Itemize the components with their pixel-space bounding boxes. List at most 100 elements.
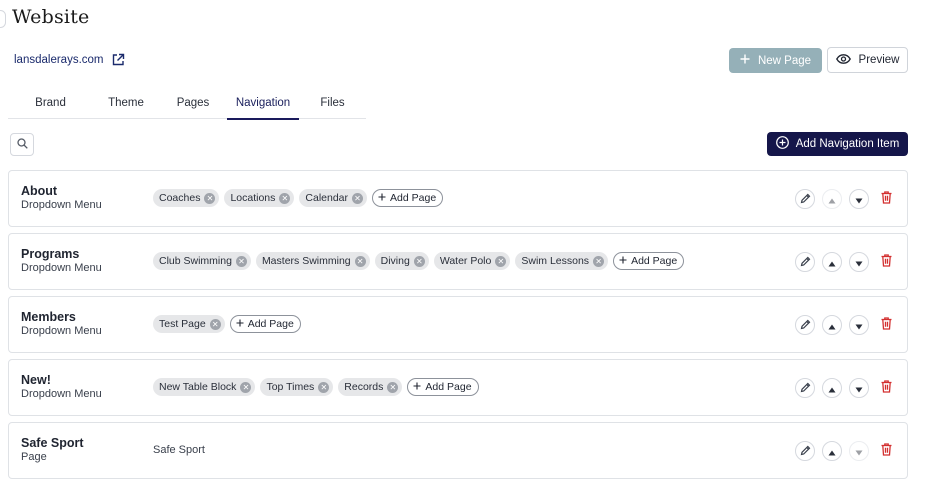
edit-button[interactable]: [795, 441, 815, 461]
trash-icon: [881, 191, 892, 207]
nav-item-row-members: Members Dropdown Menu Test Page ✕ Add Page: [8, 296, 908, 353]
delete-button[interactable]: [876, 378, 896, 398]
chevron-down-icon: [855, 381, 863, 396]
site-link[interactable]: lansdalerays.com: [14, 53, 125, 67]
row-actions: [795, 315, 896, 335]
nav-item-row-programs: Programs Dropdown Menu Club Swimming ✕ Maste…: [8, 233, 908, 290]
remove-page-icon[interactable]: ✕: [204, 192, 216, 204]
delete-button[interactable]: [876, 252, 896, 272]
site-link-label: lansdalerays.com: [14, 54, 104, 66]
nav-item-title: About: [21, 184, 58, 198]
pencil-icon: [800, 255, 811, 270]
edit-button[interactable]: [795, 252, 815, 272]
tab-navigation[interactable]: Navigation: [227, 94, 299, 120]
row-actions: [795, 252, 896, 272]
chevron-down-icon: [855, 255, 863, 270]
remove-page-icon[interactable]: ✕: [495, 255, 507, 267]
plus-icon: [236, 318, 244, 330]
remove-page-icon[interactable]: ✕: [209, 318, 221, 330]
pencil-icon: [800, 318, 811, 333]
page-chip: Water Polo ✕: [433, 252, 511, 270]
pencil-icon: [800, 444, 811, 459]
move-down-button[interactable]: [849, 378, 869, 398]
move-down-button[interactable]: [849, 252, 869, 272]
page-chip-label: Calendar: [305, 192, 349, 204]
row-actions: [795, 189, 896, 209]
move-up-button[interactable]: [822, 315, 842, 335]
edit-button[interactable]: [795, 315, 815, 335]
row-actions: [795, 378, 896, 398]
page-chip-label: Swim Lessons: [521, 255, 590, 267]
page-chip-label: Club Swimming: [159, 255, 232, 267]
page-chip-label: Diving: [380, 255, 410, 267]
page-chip: Records ✕: [338, 378, 403, 396]
chevron-up-icon: [828, 255, 836, 270]
page-chip-label: Test Page: [159, 318, 206, 330]
tab-theme[interactable]: Theme: [93, 94, 159, 119]
trash-icon: [881, 254, 892, 270]
move-down-button[interactable]: [849, 441, 869, 461]
page-chip: Coaches ✕: [153, 189, 220, 207]
move-up-button[interactable]: [822, 189, 842, 209]
preview-button[interactable]: Preview: [827, 47, 908, 73]
remove-page-icon[interactable]: ✕: [593, 255, 605, 267]
remove-page-icon[interactable]: ✕: [352, 192, 364, 204]
plus-icon: [619, 255, 627, 267]
page-chip: Swim Lessons ✕: [515, 252, 609, 270]
remove-page-icon[interactable]: ✕: [279, 192, 291, 204]
page-chip-label: Coaches: [159, 192, 201, 204]
trash-icon: [881, 317, 892, 333]
search-button[interactable]: [10, 133, 34, 156]
remove-page-icon[interactable]: ✕: [318, 381, 330, 393]
tab-brand[interactable]: Brand: [8, 94, 93, 119]
add-navigation-item-label: Add Navigation Item: [795, 138, 900, 150]
page-chip-label: Water Polo: [439, 255, 492, 267]
new-page-button[interactable]: New Page: [729, 48, 822, 73]
move-down-button[interactable]: [849, 189, 869, 209]
nav-item-row-new: New! Dropdown Menu New Table Block ✕ Top Tim…: [8, 359, 908, 416]
add-navigation-item-button[interactable]: Add Navigation Item: [767, 132, 908, 156]
search-icon: [16, 137, 28, 152]
remove-page-icon[interactable]: ✕: [387, 381, 399, 393]
chevron-up-icon: [828, 381, 836, 396]
page-chip-label: Masters Swimming: [261, 255, 351, 267]
remove-page-icon[interactable]: ✕: [413, 255, 425, 267]
page-chip: Locations ✕: [224, 189, 295, 207]
move-up-button[interactable]: [822, 378, 842, 398]
row-actions: [795, 441, 896, 461]
nav-item-type: Dropdown Menu: [21, 262, 102, 274]
nav-item-row-safe-sport: Safe Sport Page Safe Sport: [8, 422, 908, 479]
external-link-icon: [111, 53, 125, 67]
remove-page-icon[interactable]: ✕: [354, 255, 366, 267]
page-chip-label: New Table Block: [159, 381, 237, 393]
add-page-button[interactable]: Add Page: [229, 315, 301, 333]
edit-button[interactable]: [795, 189, 815, 209]
remove-page-icon[interactable]: ✕: [235, 255, 247, 267]
move-down-button[interactable]: [849, 315, 869, 335]
add-page-button[interactable]: Add Page: [613, 252, 685, 270]
add-page-label: Add Page: [247, 318, 294, 330]
delete-button[interactable]: [876, 189, 896, 209]
nav-item-value: Safe Sport: [153, 444, 205, 456]
tab-files[interactable]: Files: [299, 94, 366, 119]
move-up-button[interactable]: [822, 441, 842, 461]
page-chip: Club Swimming ✕: [153, 252, 251, 270]
nav-item-title: New!: [21, 373, 51, 387]
chevron-down-icon: [855, 192, 863, 207]
move-up-button[interactable]: [822, 252, 842, 272]
page-chip-list: New Table Block ✕ Top Times ✕ Records ✕ Add Pa…: [153, 378, 479, 396]
nav-item-title: Safe Sport: [21, 436, 84, 450]
nav-item-row-about: About Dropdown Menu Coaches ✕ Locations ✕ Cale…: [8, 170, 908, 227]
tab-bar: Brand Theme Pages Navigation Files: [8, 94, 366, 120]
delete-button[interactable]: [876, 441, 896, 461]
delete-button[interactable]: [876, 315, 896, 335]
add-page-label: Add Page: [631, 255, 678, 267]
page-chip: Diving ✕: [374, 252, 429, 270]
add-page-button[interactable]: Add Page: [407, 378, 479, 396]
edit-button[interactable]: [795, 378, 815, 398]
add-page-button[interactable]: Add Page: [372, 189, 444, 207]
remove-page-icon[interactable]: ✕: [240, 381, 252, 393]
plus-icon: [413, 381, 421, 393]
tab-pages[interactable]: Pages: [159, 94, 227, 119]
preview-label: Preview: [858, 54, 900, 66]
